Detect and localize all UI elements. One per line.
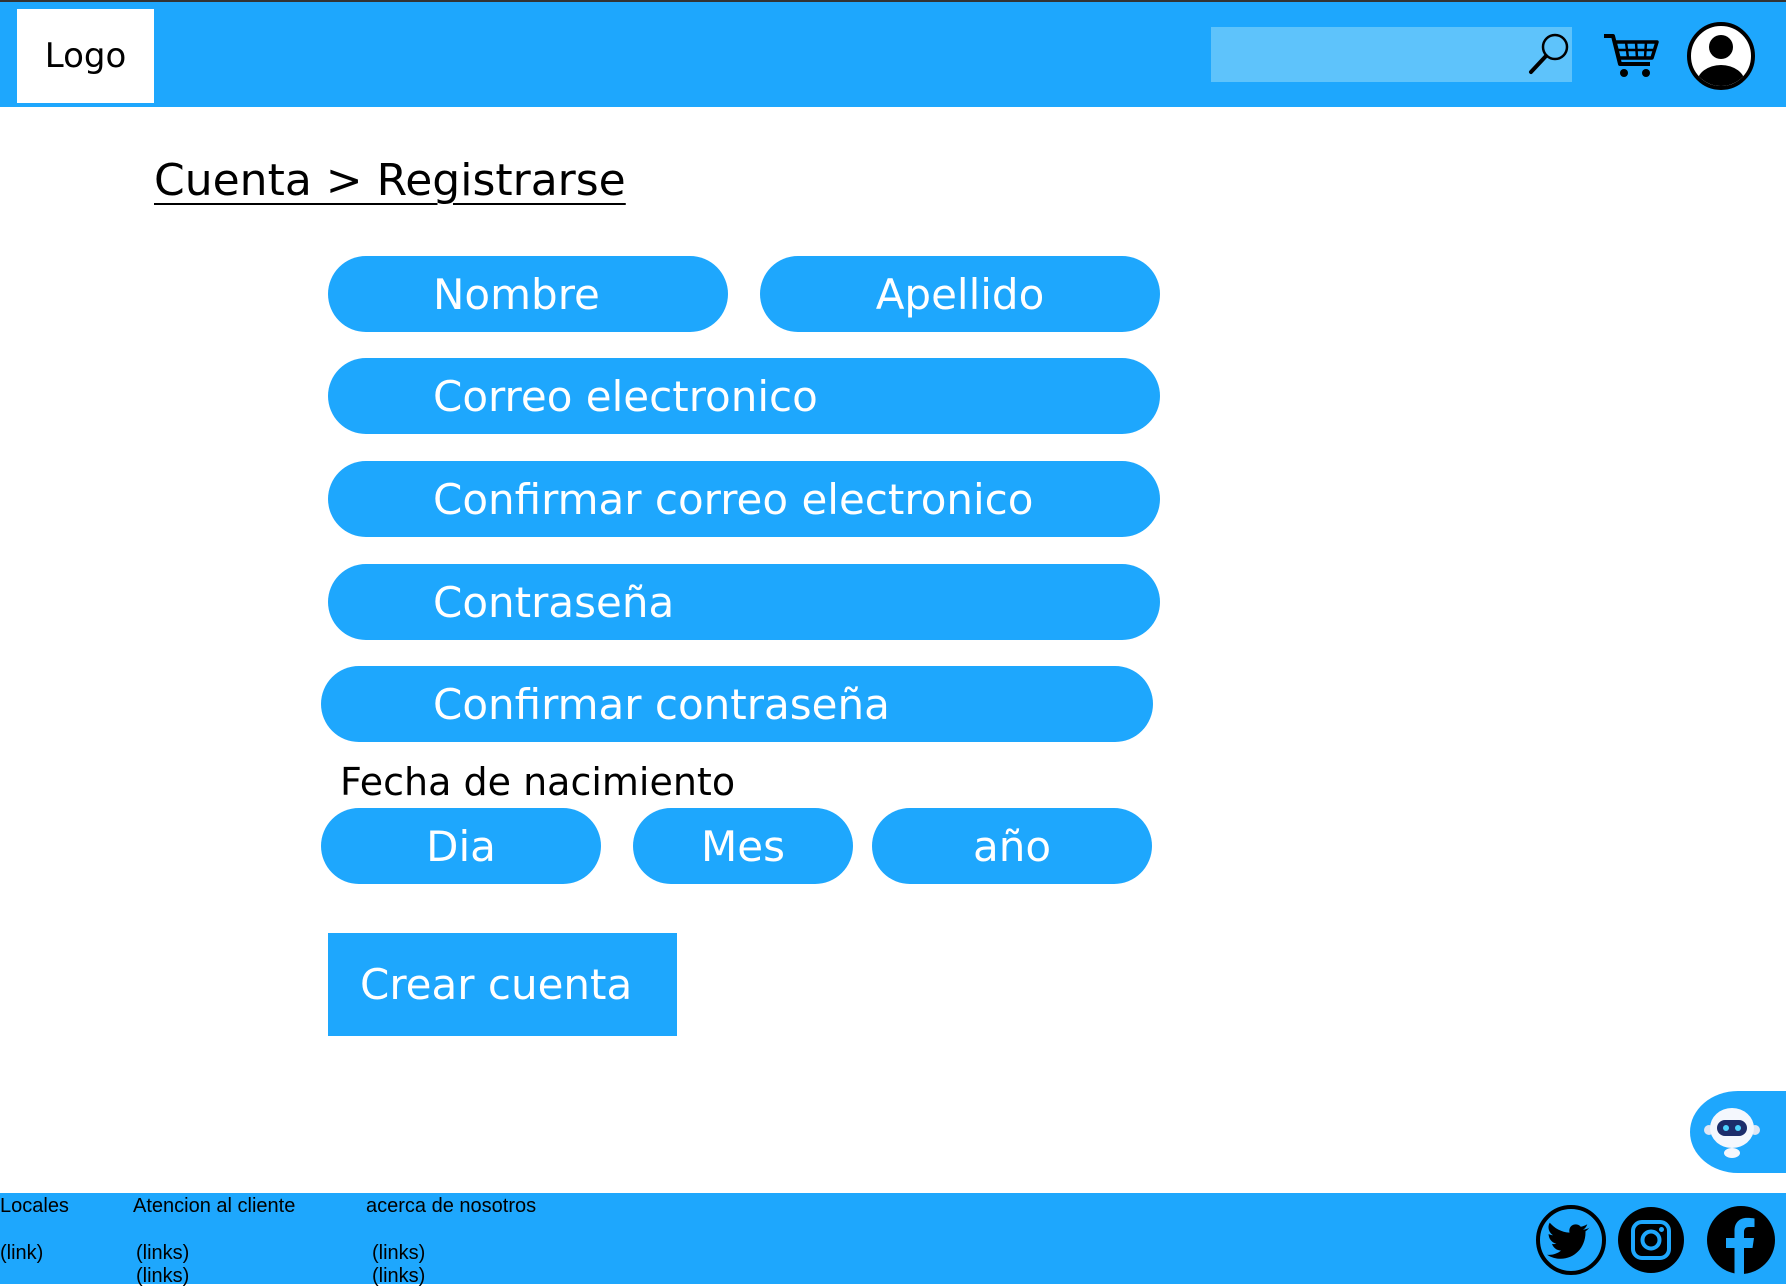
footer-link[interactable]: (link): [0, 1242, 69, 1265]
birthdate-label: Fecha de nacimiento: [340, 760, 736, 804]
robot-assistant-icon: [1704, 1108, 1760, 1158]
footer-title: Locales: [0, 1195, 69, 1217]
footer: Locales (link) Atencion al cliente (link…: [0, 1193, 1786, 1287]
logo[interactable]: Logo: [17, 9, 154, 103]
nombre-field[interactable]: Nombre: [328, 256, 728, 332]
footer-link[interactable]: (links): [366, 1265, 536, 1288]
email-field[interactable]: Correo electronico: [328, 358, 1160, 434]
footer-title: acerca de nosotros: [366, 1195, 537, 1217]
confirm-password-field[interactable]: Confirmar contraseña: [321, 666, 1153, 742]
search-input[interactable]: [1211, 27, 1572, 82]
day-select[interactable]: Dia: [321, 808, 601, 884]
footer-col-acerca: acerca de nosotros (links) (links): [366, 1195, 536, 1288]
breadcrumb[interactable]: Cuenta > Registrarse: [154, 155, 626, 206]
twitter-icon[interactable]: [1535, 1204, 1607, 1276]
facebook-icon[interactable]: [1705, 1204, 1777, 1276]
confirm-email-field[interactable]: Confirmar correo electronico: [328, 461, 1160, 537]
footer-title: Atencion al cliente: [133, 1195, 296, 1217]
footer-link[interactable]: (links): [366, 1242, 536, 1265]
instagram-icon[interactable]: [1615, 1204, 1687, 1276]
chatbot-button[interactable]: [1690, 1091, 1786, 1173]
footer-col-locales: Locales (link): [0, 1195, 69, 1265]
user-account-icon[interactable]: [1686, 21, 1756, 91]
footer-col-atencion: Atencion al cliente (links) (links): [133, 1195, 295, 1288]
footer-link[interactable]: (links): [133, 1242, 295, 1265]
year-select[interactable]: año: [872, 808, 1152, 884]
search-icon[interactable]: [1526, 30, 1572, 78]
apellido-field[interactable]: Apellido: [760, 256, 1160, 332]
create-account-button[interactable]: Crear cuenta: [328, 933, 677, 1036]
footer-link[interactable]: (links): [133, 1265, 295, 1288]
cart-icon[interactable]: [1602, 30, 1660, 80]
password-field[interactable]: Contraseña: [328, 564, 1160, 640]
month-select[interactable]: Mes: [633, 808, 853, 884]
